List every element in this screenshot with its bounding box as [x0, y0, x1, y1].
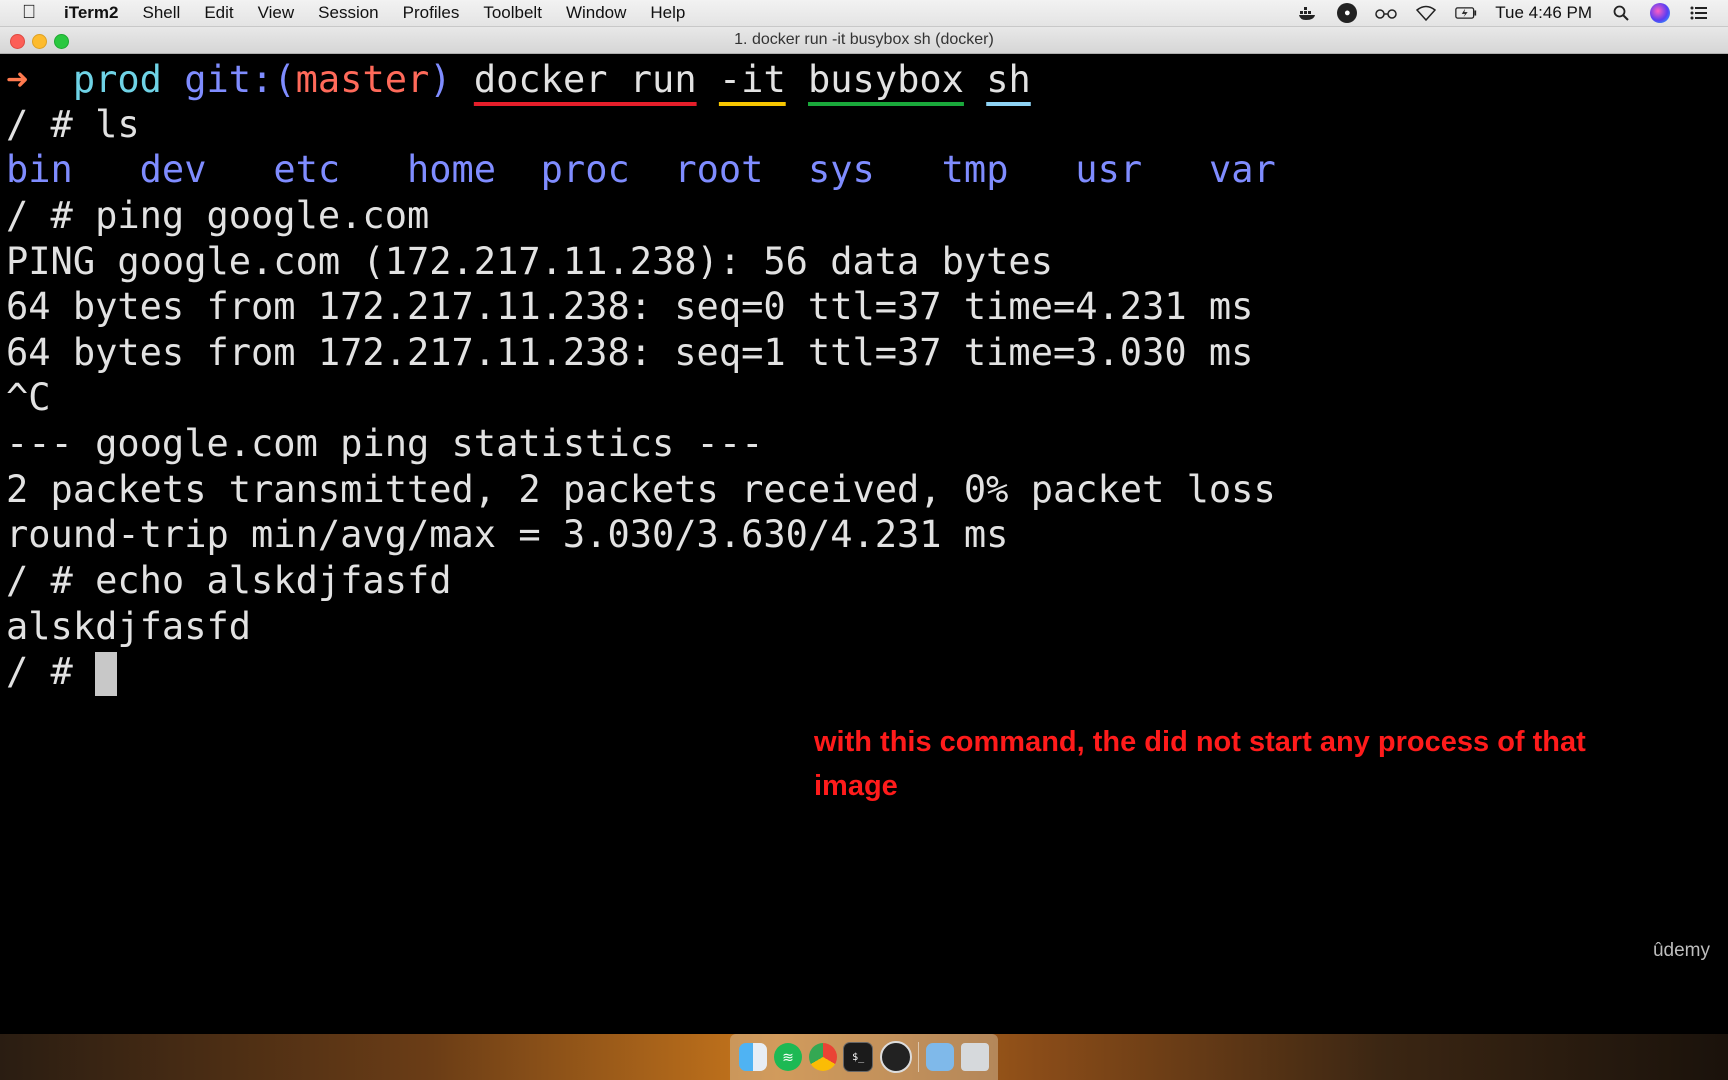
wifi-icon[interactable]	[1415, 2, 1437, 24]
minimize-window-button[interactable]	[32, 34, 47, 49]
battery-icon[interactable]	[1455, 2, 1477, 24]
terminal-line: round-trip min/avg/max = 3.030/3.630/4.2…	[6, 513, 1009, 556]
ls-item: tmp	[941, 148, 1009, 191]
menu-toolbelt[interactable]: Toolbelt	[483, 3, 542, 23]
menu-view[interactable]: View	[258, 3, 295, 23]
ls-output-line: bin dev etc home proc root sys tmp usr v…	[6, 146, 1276, 194]
terminal-area[interactable]: ➜ prod git:(master) docker run -it busyb…	[0, 54, 1728, 1034]
prompt-text: / #	[6, 650, 96, 693]
menu-window[interactable]: Window	[566, 3, 626, 23]
git-branch: master	[295, 58, 430, 101]
terminal-line: 64 bytes from 172.217.11.238: seq=1 ttl=…	[6, 331, 1254, 374]
terminal-line: ^C	[6, 376, 51, 419]
git-suffix: )	[429, 58, 452, 101]
prompt-arrow: ➜	[6, 58, 29, 101]
ls-item: usr	[1075, 148, 1143, 191]
cmd-image-name: busybox	[808, 58, 964, 101]
obs-icon[interactable]: ●	[1337, 3, 1358, 23]
search-icon[interactable]	[1610, 2, 1632, 24]
ls-item: var	[1208, 148, 1276, 191]
cmd-sh: sh	[986, 58, 1031, 101]
menu-help[interactable]: Help	[650, 3, 685, 23]
folder-icon[interactable]	[926, 1043, 955, 1071]
apple-icon[interactable]: 	[22, 2, 42, 24]
text-cursor	[95, 651, 118, 696]
status-area: ● Tue 4:46 PM	[1297, 0, 1710, 26]
terminal-line: PING google.com (172.217.11.238): 56 dat…	[6, 240, 1053, 283]
menu-app-name[interactable]: iTerm2	[64, 3, 119, 23]
annotation-note: with this command, the did not start any…	[814, 726, 1586, 802]
git-prefix: git:(	[184, 58, 296, 101]
dock: ≋ $_	[730, 1034, 998, 1080]
menu-clock[interactable]: Tue 4:46 PM	[1495, 3, 1592, 23]
obs-icon[interactable]	[879, 1041, 912, 1073]
ls-item: dev	[139, 148, 207, 191]
window-titlebar: 1. docker run -it busybox sh (docker)	[0, 27, 1728, 54]
chrome-icon[interactable]	[808, 1043, 837, 1071]
ls-item: etc	[273, 148, 341, 191]
dock-separator	[918, 1042, 920, 1072]
terminal-line: / # ls	[6, 103, 140, 146]
finder-icon[interactable]	[739, 1043, 768, 1071]
menu-bar:  iTerm2 Shell Edit View Session Profile…	[0, 0, 1728, 27]
menu-shell[interactable]: Shell	[143, 3, 181, 23]
terminal-line: alskdjfasfd	[6, 605, 252, 648]
terminal-line: 64 bytes from 172.217.11.238: seq=0 ttl=…	[6, 285, 1254, 328]
menu-edit[interactable]: Edit	[204, 3, 233, 23]
udemy-watermark: ûdemy	[1652, 940, 1710, 961]
menu-profiles[interactable]: Profiles	[403, 3, 460, 23]
terminal-line: / # echo alskdjfasfd	[6, 559, 452, 602]
trash-icon[interactable]	[960, 1043, 989, 1071]
close-window-button[interactable]	[10, 34, 25, 49]
zoom-window-button[interactable]	[54, 34, 69, 49]
glasses-icon[interactable]	[1375, 2, 1398, 24]
docker-icon[interactable]	[1297, 2, 1319, 24]
list-icon[interactable]	[1688, 2, 1710, 24]
ls-item: sys	[807, 148, 875, 191]
current-prompt-line: / #	[6, 648, 118, 696]
terminal-icon[interactable]: $_	[843, 1042, 874, 1072]
menu-session[interactable]: Session	[318, 3, 378, 23]
spotify-icon[interactable]: ≋	[773, 1043, 802, 1071]
prompt-dir: prod	[72, 58, 162, 101]
terminal-line: 2 packets transmitted, 2 packets receive…	[6, 468, 1276, 511]
ls-item: home	[406, 148, 497, 191]
siri-icon[interactable]	[1650, 3, 1670, 23]
cmd-it-flag: -it	[718, 58, 786, 101]
terminal-line: --- google.com ping statistics ---	[6, 422, 764, 465]
terminal-line: / # ping google.com	[6, 194, 430, 237]
cmd-docker-run: docker run	[473, 58, 697, 101]
ls-item: root	[674, 148, 764, 191]
ls-item: proc	[540, 148, 630, 191]
prompt-line: ➜ prod git:(master) docker run -it busyb…	[6, 56, 1031, 104]
window-title: 1. docker run -it busybox sh (docker)	[734, 31, 994, 48]
ls-item: bin	[6, 148, 73, 191]
